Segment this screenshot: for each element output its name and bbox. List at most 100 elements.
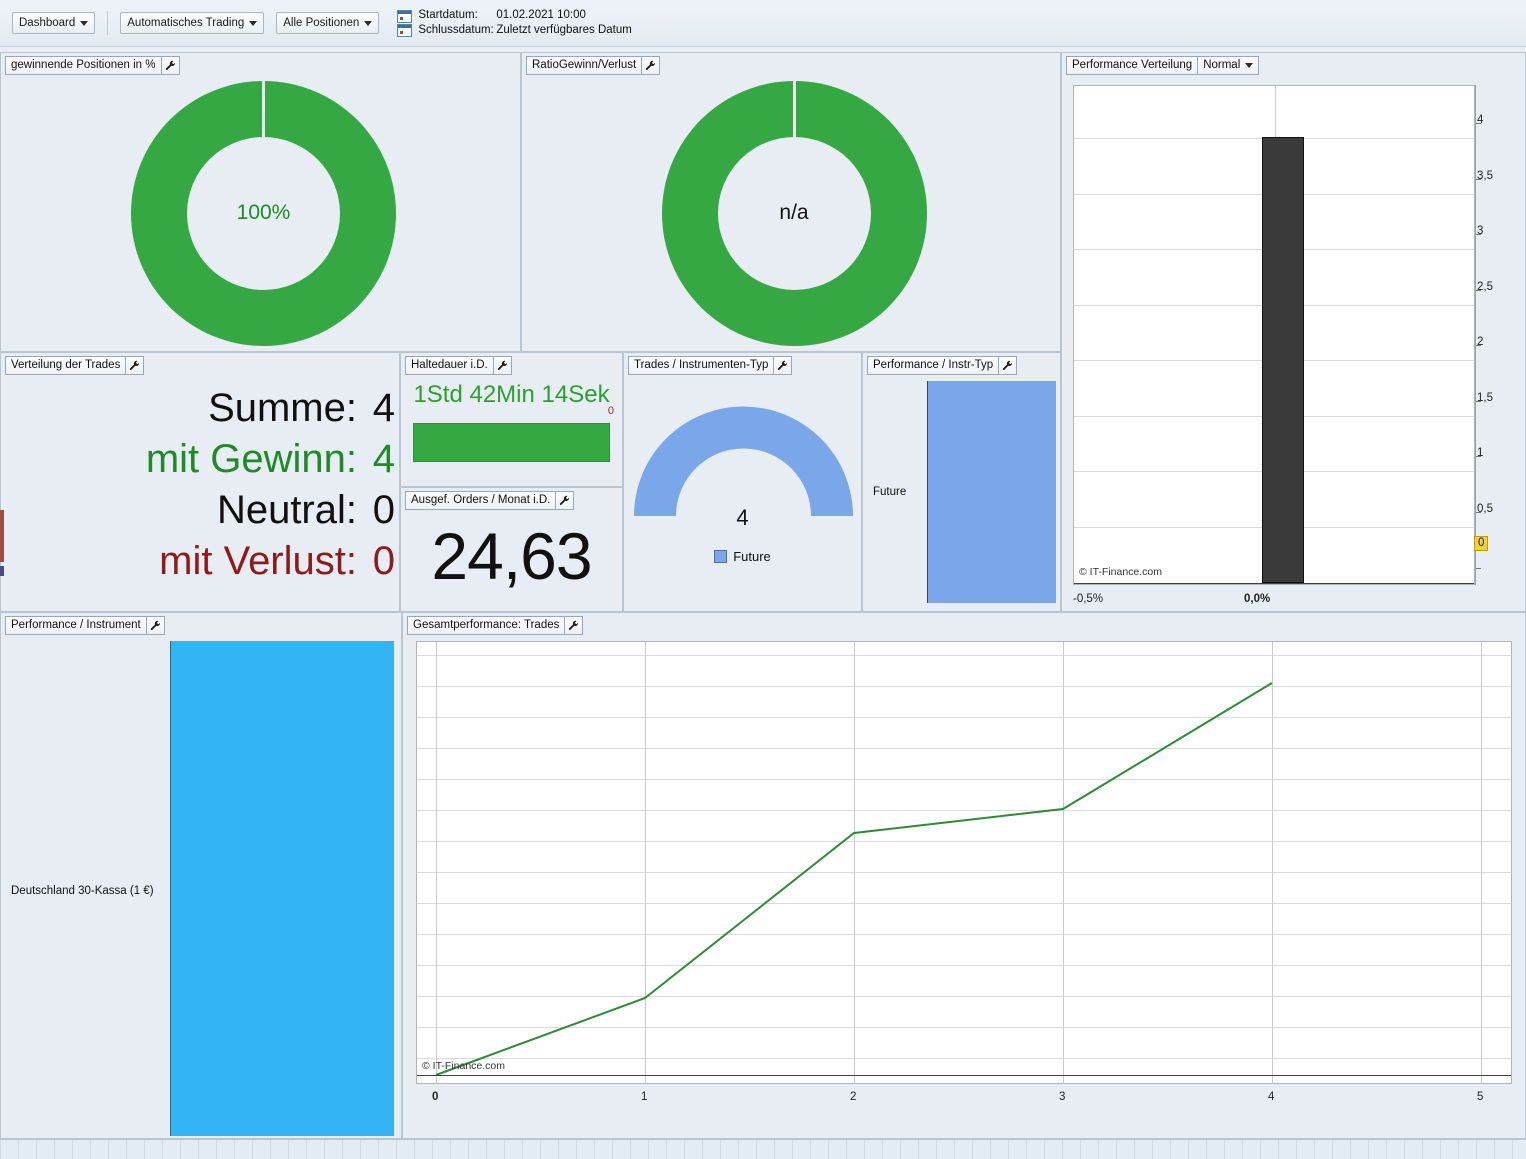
donut-gap <box>262 80 265 139</box>
total-performance-plot[interactable]: © IT-Finance.com <box>416 641 1512 1084</box>
wrench-icon[interactable] <box>493 356 512 375</box>
trades-instrument-gauge[interactable] <box>633 398 854 518</box>
ytick-0-highlighted: 0 <box>1474 536 1489 551</box>
panel-title: gewinnende Positionen in % <box>5 56 162 75</box>
xtick-label-neg05: -0,5% <box>1073 593 1104 605</box>
bottom-striped-strip[interactable] <box>0 1139 1526 1159</box>
chevron-down-icon <box>80 20 89 26</box>
orders-per-month-value: 24,63 <box>431 519 592 593</box>
xtick-5: 5 <box>1477 1091 1484 1103</box>
holding-time-value: 1Std 42Min 14Sek <box>413 381 610 408</box>
ytick-4: 4 <box>1477 114 1484 126</box>
wrench-icon[interactable] <box>126 356 145 375</box>
holding-time-bar[interactable] <box>413 423 610 462</box>
xtick-1: 1 <box>641 1091 648 1103</box>
zero-axis-line <box>417 1075 1511 1076</box>
yaxis-line <box>1475 85 1476 585</box>
legend-swatch-future <box>714 550 728 563</box>
perf-instrument-bar[interactable] <box>170 641 394 1136</box>
wrench-glyph <box>165 60 175 70</box>
panel-header-performance-by-instrument-type: Performance / Instr-Typ <box>867 356 1018 375</box>
panel-title: RatioGewinn/Verlust <box>526 56 643 75</box>
chevron-down-icon <box>364 20 373 26</box>
dashboard-dropdown[interactable]: Dashboard <box>12 12 96 34</box>
xtick-0: 0 <box>432 1091 439 1103</box>
chevron-down-icon <box>1245 62 1254 68</box>
donut-hole: 100% <box>187 136 340 290</box>
xtick-3: 3 <box>1059 1091 1066 1103</box>
wrench-glyph <box>150 620 160 630</box>
perf-instrument-category: Deutschland 30-Kassa (1 €) <box>11 885 154 897</box>
ratio-donut[interactable]: n/a <box>661 80 927 346</box>
end-date-value: Zuletzt verfügbares Datum <box>496 24 632 36</box>
date-range-block[interactable]: Startdatum: 01.02.2021 10:00 Schlussdatu… <box>397 8 632 38</box>
wrench-icon[interactable] <box>999 356 1018 375</box>
xtick-label-00: 0,0% <box>1244 593 1271 605</box>
winning-positions-donut-wrap: 100% <box>131 78 396 348</box>
ytick-2: 2 <box>1477 336 1484 348</box>
panel-header-winning-positions: gewinnende Positionen in % <box>5 56 180 75</box>
panel-header-total-performance: Gesamtperformance: Trades <box>407 616 584 635</box>
wrench-icon[interactable] <box>161 56 180 75</box>
holding-time-zero-label: 0 <box>607 405 614 417</box>
wrench-glyph <box>130 360 140 370</box>
auto-trading-dropdown-label: Automatisches Trading <box>127 17 245 29</box>
ratio-donut-wrap: n/a <box>659 78 929 348</box>
xtick-4: 4 <box>1268 1091 1275 1103</box>
row-value: 0 <box>372 488 395 532</box>
auto-trading-dropdown[interactable]: Automatisches Trading <box>120 12 265 34</box>
wrench-icon[interactable] <box>565 616 584 635</box>
toolbar: Dashboard Automatisches Trading Alle Pos… <box>0 0 1526 47</box>
row-label: Neutral: <box>216 488 357 532</box>
trade-distribution-rows: Summe: 4 mit Gewinn: 4 Neutral: 0 mit Ve… <box>1 383 399 587</box>
wrench-glyph <box>560 495 570 505</box>
calendar-icons <box>397 9 413 37</box>
wrench-glyph <box>1002 360 1013 370</box>
wrench-glyph <box>497 360 507 370</box>
left-edge-marker-blue <box>0 566 4 576</box>
donut-hole: n/a <box>717 136 871 290</box>
panel-holding-time: Haltedauer i.D. 1Std 42Min 14Sek 0 <box>400 352 623 487</box>
distribution-mode-dropdown[interactable]: Normal <box>1198 56 1260 75</box>
distribution-bar[interactable] <box>1262 137 1304 583</box>
start-date-row: Startdatum: 01.02.2021 10:00 <box>418 8 632 23</box>
distribution-mode-label: Normal <box>1203 59 1241 71</box>
zero-axis-line <box>1074 583 1474 584</box>
gauge-arc-future <box>634 406 853 516</box>
panel-winning-positions: gewinnende Positionen in % 100% <box>0 52 521 352</box>
wrench-icon[interactable] <box>146 616 165 635</box>
panel-trade-distribution: Verteilung der Trades Summe: 4 mit Gewin… <box>0 352 400 612</box>
trades-instrument-legend: Future <box>624 549 861 564</box>
row-value: 4 <box>372 437 395 481</box>
toolbar-separator <box>107 11 109 35</box>
panel-header-trades-by-instrument-type: Trades / Instrumenten-Typ <box>628 356 793 375</box>
ratio-value: n/a <box>779 201 809 224</box>
positions-dropdown[interactable]: Alle Positionen <box>276 12 380 34</box>
panel-title: Ausgef. Orders / Monat i.D. <box>405 491 557 510</box>
row-label: Summe: <box>208 386 357 430</box>
wrench-icon[interactable] <box>642 56 661 75</box>
xtick-2: 2 <box>850 1091 857 1103</box>
panel-performance-by-instrument: Performance / Instrument Deutschland 30-… <box>0 612 402 1139</box>
calendar-icon <box>397 9 413 23</box>
winning-positions-donut[interactable]: 100% <box>131 80 396 346</box>
wrench-glyph <box>778 360 788 370</box>
dashboard-dropdown-label: Dashboard <box>19 17 76 29</box>
wrench-icon[interactable] <box>774 356 793 375</box>
end-date-row: Schlussdatum: Zuletzt verfügbares Datum <box>418 23 632 38</box>
panel-title: Trades / Instrumenten-Typ <box>628 356 775 375</box>
wrench-glyph <box>569 620 579 630</box>
trades-instrument-value: 4 <box>736 505 749 530</box>
wrench-icon[interactable] <box>556 491 575 510</box>
equity-curve <box>435 682 1273 1076</box>
start-date-label: Startdatum: <box>418 9 478 21</box>
panel-ratio-win-loss: RatioGewinn/Verlust n/a <box>521 52 1061 352</box>
perf-instr-type-bar[interactable] <box>927 381 1056 603</box>
donut-gap <box>792 80 796 139</box>
ytick-05: 0,5 <box>1477 503 1493 515</box>
ytick-1: 1 <box>1477 447 1484 459</box>
panel-header-orders-per-month: Ausgef. Orders / Monat i.D. <box>405 491 575 510</box>
performance-distribution-plot[interactable]: © IT-Finance.com <box>1073 85 1475 585</box>
panel-performance-distribution: Performance Verteilung Normal © IT-Finan… <box>1061 52 1526 612</box>
ytick-25: 2,5 <box>1477 281 1493 293</box>
